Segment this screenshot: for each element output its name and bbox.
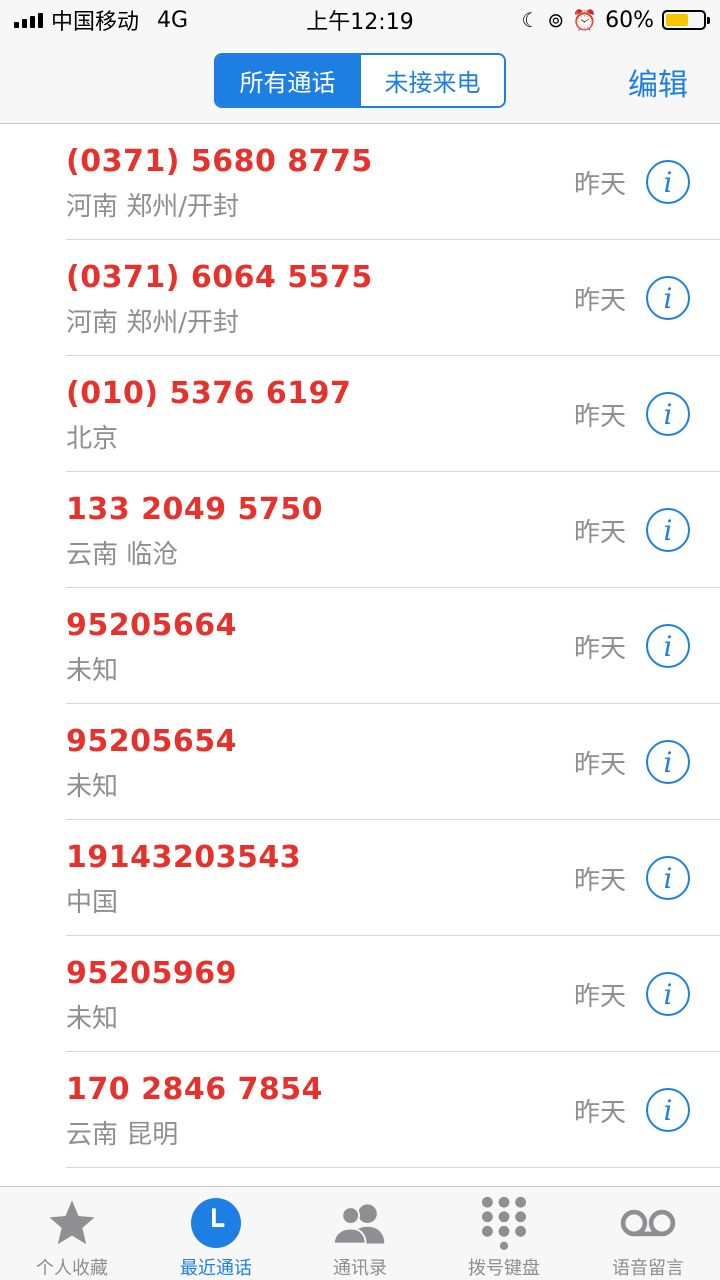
info-icon[interactable]: i [646, 160, 690, 204]
segment-all-calls[interactable]: 所有通话 [216, 55, 359, 106]
tab-keypad[interactable]: 拨号键盘 [432, 1187, 576, 1280]
call-time: 昨天 [573, 750, 626, 780]
info-icon[interactable]: i [646, 740, 690, 784]
tab-favorites[interactable]: 个人收藏 [0, 1187, 144, 1280]
call-time: 昨天 [573, 170, 626, 200]
nav-bar: 所有通话 未接来电 编辑 [0, 40, 720, 124]
call-number: (0371) 6064 5575 [66, 260, 373, 295]
call-number: 95205969 [66, 956, 237, 991]
signal-icon [14, 12, 43, 28]
tab-label: 个人收藏 [36, 1258, 108, 1279]
tab-contacts[interactable]: 通讯录 [288, 1187, 432, 1280]
tab-label: 拨号键盘 [468, 1258, 540, 1279]
info-icon[interactable]: i [646, 624, 690, 668]
call-time: 昨天 [573, 1098, 626, 1128]
contacts-icon [332, 1195, 388, 1250]
call-location: 中国 [66, 888, 119, 918]
call-time: 昨天 [573, 402, 626, 432]
keypad-icon [476, 1195, 532, 1250]
tab-bar: 个人收藏 最近通话 通讯录 拨号键盘 语音留言 [0, 1186, 720, 1280]
call-row[interactable]: 95205969 未知 昨天 i [66, 936, 720, 1052]
info-icon[interactable]: i [646, 972, 690, 1016]
call-time: 昨天 [573, 866, 626, 896]
info-icon[interactable]: i [646, 1088, 690, 1132]
call-row[interactable]: (0371) 5680 8775 河南 郑州/开封 昨天 i [66, 124, 720, 240]
call-location: 云南 昆明 [66, 1120, 179, 1150]
rotation-lock-icon: ⊚ [547, 8, 565, 32]
call-time: 昨天 [573, 518, 626, 548]
carrier-label: 中国移动 [51, 10, 140, 35]
call-row[interactable]: (010) 5376 6197 北京 昨天 i [66, 356, 720, 472]
call-row[interactable]: 133 2049 5750 云南 临沧 昨天 i [66, 472, 720, 588]
recent-calls-list: (0371) 5680 8775 河南 郑州/开封 昨天 i (0371) 60… [0, 124, 720, 1186]
tab-label: 语音留言 [612, 1258, 684, 1279]
info-icon[interactable]: i [646, 392, 690, 436]
status-right: ☾ ⊚ ⏰ 60% [521, 7, 710, 33]
segment-missed-calls[interactable]: 未接来电 [359, 55, 504, 106]
call-location: 未知 [66, 772, 119, 802]
tab-recents[interactable]: 最近通话 [144, 1187, 288, 1280]
info-icon[interactable]: i [646, 856, 690, 900]
call-location: 河南 郑州/开封 [66, 308, 240, 338]
voicemail-icon [620, 1195, 676, 1250]
star-icon [44, 1195, 100, 1250]
status-time: 上午12:19 [306, 10, 414, 35]
tab-label: 最近通话 [180, 1258, 252, 1279]
call-time: 昨天 [573, 634, 626, 664]
info-icon[interactable]: i [646, 508, 690, 552]
clock-icon [188, 1195, 244, 1250]
call-number: 19143203543 [66, 840, 302, 875]
call-filter-segmented-control: 所有通话 未接来电 [214, 53, 506, 108]
call-location: 北京 [66, 424, 119, 454]
info-icon[interactable]: i [646, 276, 690, 320]
call-number: (010) 5376 6197 [66, 376, 352, 411]
status-bar: 中国移动 4G 上午12:19 ☾ ⊚ ⏰ 60% [0, 0, 720, 40]
edit-button[interactable]: 编辑 [628, 60, 688, 104]
network-label: 4G [157, 7, 189, 33]
call-row[interactable]: (0371) 6064 5575 河南 郑州/开封 昨天 i [66, 240, 720, 356]
call-location: 未知 [66, 656, 119, 686]
call-row[interactable]: 19143203543 中国 昨天 i [66, 820, 720, 936]
tab-voicemail[interactable]: 语音留言 [576, 1187, 720, 1280]
call-location: 云南 临沧 [66, 540, 179, 570]
call-time: 昨天 [573, 982, 626, 1012]
call-number: (0371) 5680 8775 [66, 144, 373, 179]
call-time: 昨天 [573, 286, 626, 316]
tab-label: 通讯录 [333, 1258, 387, 1279]
alarm-icon: ⏰ [572, 8, 598, 32]
call-location: 河南 郑州/开封 [66, 192, 240, 222]
battery-percent: 60% [605, 7, 654, 33]
call-location: 未知 [66, 1004, 119, 1034]
battery-fill [666, 14, 688, 26]
call-number: 133 2049 5750 [66, 492, 324, 527]
status-left: 中国移动 4G [14, 4, 188, 36]
call-number: 170 2846 7854 [66, 1072, 324, 1107]
call-row[interactable]: 95205654 未知 昨天 i [66, 704, 720, 820]
moon-icon: ☾ [521, 8, 540, 32]
call-row[interactable]: 170 2846 7854 云南 昆明 昨天 i [66, 1052, 720, 1168]
battery-icon [662, 10, 710, 30]
call-number: 95205654 [66, 724, 237, 759]
call-number: 95205664 [66, 608, 237, 643]
call-row[interactable]: 95205664 未知 昨天 i [66, 588, 720, 704]
